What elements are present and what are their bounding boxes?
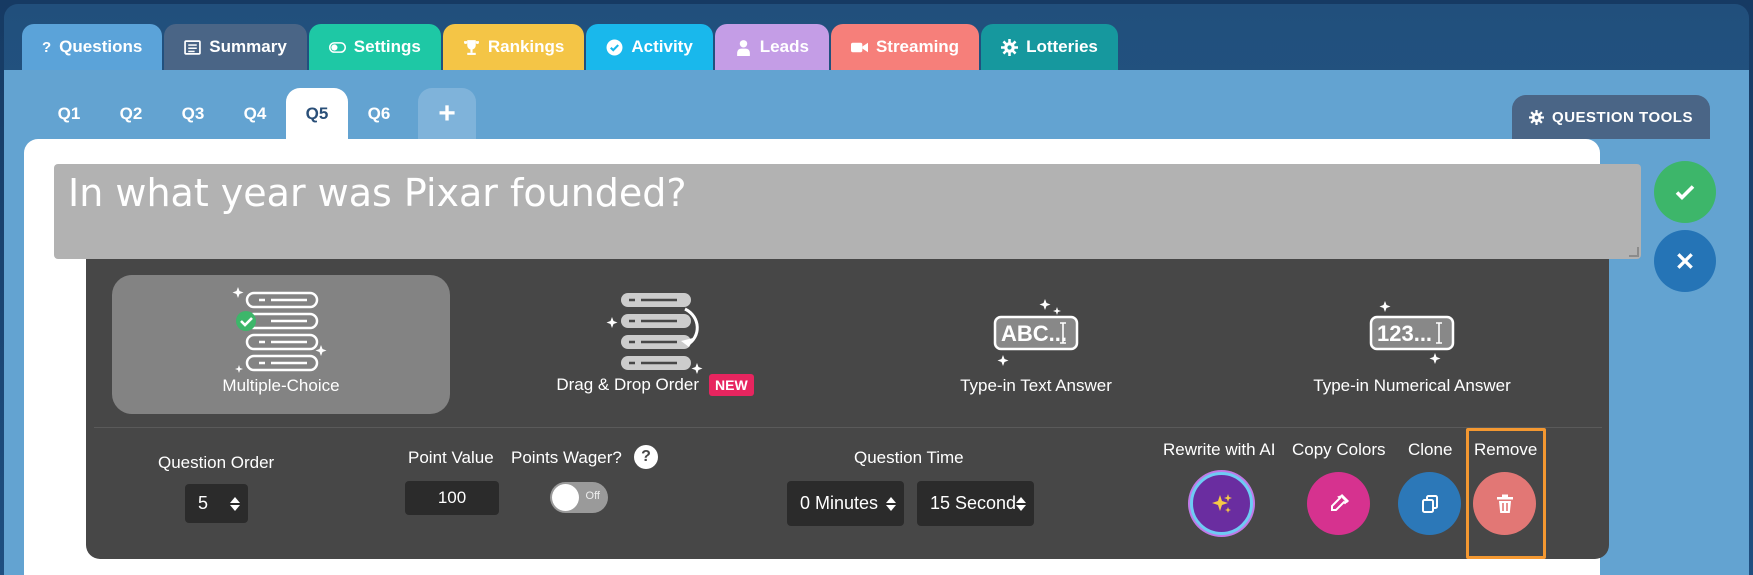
divider <box>94 427 1602 428</box>
tab-lotteries[interactable]: Lotteries <box>981 24 1118 70</box>
type-numerical-answer[interactable]: 123... Type-in Numerical Answer <box>1243 275 1581 414</box>
tab-q1[interactable]: Q1 <box>38 88 100 140</box>
tab-q2[interactable]: Q2 <box>100 88 162 140</box>
type-text-answer[interactable]: ABC... Type-in Text Answer <box>867 275 1205 414</box>
new-badge: NEW <box>709 374 754 396</box>
tab-label: Settings <box>353 37 421 56</box>
type-multiple-choice[interactable]: Multiple-Choice <box>112 275 450 414</box>
copy-colors-button[interactable] <box>1307 472 1370 535</box>
question-tabs: Q1 Q2 Q3 Q4 Q5 Q6 + <box>38 88 476 140</box>
minutes-value: 0 Minutes <box>800 493 879 513</box>
cancel-button[interactable] <box>1654 230 1716 292</box>
numerical-answer-icon: 123... <box>1369 301 1455 364</box>
resize-handle[interactable] <box>1629 247 1639 257</box>
tab-q3[interactable]: Q3 <box>162 88 224 140</box>
number-sample: 123... <box>1377 321 1432 346</box>
point-value-input[interactable]: 100 <box>405 481 499 515</box>
tab-streaming[interactable]: Streaming <box>830 24 980 70</box>
question-text: In what year was Pixar founded? <box>68 171 687 215</box>
drag-drop-icon <box>606 293 703 374</box>
question-order-select[interactable]: 5 <box>185 484 248 523</box>
tab-q6[interactable]: Q6 <box>348 88 410 140</box>
save-button[interactable] <box>1654 161 1716 223</box>
add-question-button[interactable]: + <box>418 88 476 140</box>
tab-label: Streaming <box>875 37 960 56</box>
type-label: Type-in Text Answer <box>960 376 1112 396</box>
toggle-knob <box>552 484 579 511</box>
question-order-label: Question Order <box>158 453 275 472</box>
help-icon[interactable]: ? <box>634 445 658 469</box>
points-wager-toggle[interactable]: Off <box>550 482 608 513</box>
eyedropper-icon <box>1330 493 1349 511</box>
type-label: Multiple-Choice <box>222 376 339 396</box>
list-icon <box>184 39 202 56</box>
tab-q5[interactable]: Q5 <box>286 88 348 140</box>
type-name: Type-in Numerical Answer <box>1313 376 1511 395</box>
tab-label: Leads <box>759 37 809 56</box>
multiple-choice-icon <box>232 287 327 373</box>
tab-questions[interactable]: ? Questions <box>22 24 163 70</box>
question-tools-button[interactable]: QUESTION TOOLS <box>1512 95 1710 139</box>
tab-settings[interactable]: Settings <box>308 24 441 70</box>
spinner-arrows-icon <box>886 496 896 511</box>
spinner-arrows-icon <box>1016 496 1026 511</box>
question-icon: ? <box>42 38 52 56</box>
tab-label: Rankings <box>487 37 565 56</box>
user-icon <box>735 39 752 56</box>
sparkles-icon <box>1211 493 1232 513</box>
gear-icon <box>1001 38 1019 56</box>
question-tools-label: QUESTION TOOLS <box>1552 108 1693 126</box>
question-time-label: Question Time <box>854 448 964 467</box>
tab-rankings[interactable]: Rankings <box>442 24 585 70</box>
copy-colors-label: Copy Colors <box>1292 440 1386 459</box>
gear-icon <box>1529 109 1545 125</box>
type-name: Type-in Text Answer <box>960 376 1112 395</box>
tab-leads[interactable]: Leads <box>714 24 829 70</box>
copy-icon <box>1421 494 1438 513</box>
text-answer-icon: ABC... <box>993 299 1079 366</box>
tab-label: Lotteries <box>1026 37 1098 56</box>
type-name: Multiple-Choice <box>222 376 340 395</box>
clone-button[interactable] <box>1398 472 1461 535</box>
tab-label: Activity <box>631 37 693 56</box>
main-tabs: ? Questions Summary Settings Rankings Ac… <box>22 24 1118 70</box>
tab-label: Summary <box>209 37 287 56</box>
tab-activity[interactable]: Activity <box>586 24 713 70</box>
video-icon <box>850 39 868 56</box>
clone-label: Clone <box>1408 440 1453 459</box>
type-drag-drop-order[interactable]: Drag & Drop Order NEW <box>486 275 824 414</box>
point-value-label: Point Value <box>408 448 494 467</box>
check-circle-icon <box>606 39 623 56</box>
tab-summary[interactable]: Summary <box>164 24 307 70</box>
rewrite-ai-button[interactable] <box>1190 472 1253 535</box>
trophy-icon <box>463 39 480 56</box>
minutes-select[interactable]: 0 Minutes <box>787 481 904 526</box>
type-label: Type-in Numerical Answer <box>1313 376 1510 396</box>
check-icon <box>1675 185 1695 201</box>
question-order-value: 5 <box>198 493 209 513</box>
spinner-arrows-icon <box>230 496 240 511</box>
toggle-icon <box>328 39 346 56</box>
text-sample: ABC... <box>1001 321 1067 346</box>
question-text-input[interactable]: In what year was Pixar founded? <box>54 164 1641 259</box>
points-wager-label: Points Wager? <box>511 448 622 467</box>
tab-label: Questions <box>59 37 143 56</box>
close-icon <box>1677 253 1693 269</box>
tab-q4[interactable]: Q4 <box>224 88 286 140</box>
rewrite-ai-label: Rewrite with AI <box>1163 440 1276 459</box>
toggle-state: Off <box>585 490 600 502</box>
seconds-value: 15 Seconds <box>930 493 1026 513</box>
remove-highlight <box>1466 428 1546 559</box>
seconds-select[interactable]: 15 Seconds <box>917 481 1034 526</box>
